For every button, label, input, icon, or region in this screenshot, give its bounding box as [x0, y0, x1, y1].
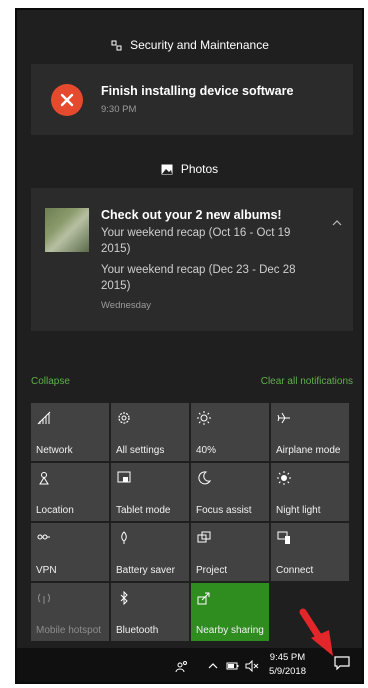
- tile-label: Nearby sharing: [196, 625, 264, 636]
- connect-icon: [277, 531, 291, 545]
- airplane-icon: [277, 411, 291, 425]
- notification-line: Your weekend recap (Oct 16 - Oct 19 2015…: [101, 227, 291, 255]
- notification-title: Check out your 2 new albums!: [101, 208, 282, 222]
- battery-icon[interactable]: [226, 659, 240, 671]
- group-title: Security and Maintenance: [130, 38, 269, 52]
- chevron-up-icon[interactable]: [207, 659, 221, 671]
- collapse-link[interactable]: Collapse: [31, 376, 70, 387]
- tile-location[interactable]: Location: [31, 463, 109, 521]
- tile-label: Location: [36, 505, 74, 516]
- tile-bluetooth[interactable]: Bluetooth: [111, 583, 189, 641]
- error-icon: [51, 84, 83, 116]
- tile-focus-assist[interactable]: Focus assist: [191, 463, 269, 521]
- quick-actions-grid: Network All settings 40% Airplane mode L…: [31, 403, 353, 641]
- gear-icon: [117, 411, 131, 425]
- tile-battery-saver[interactable]: Battery saver: [111, 523, 189, 581]
- tile-project[interactable]: Project: [191, 523, 269, 581]
- clear-all-notifications-link[interactable]: Clear all notifications: [261, 376, 353, 387]
- tile-label: Battery saver: [116, 565, 175, 576]
- bluetooth-icon: [117, 590, 131, 606]
- tile-nearby-sharing[interactable]: Nearby sharing: [191, 583, 269, 641]
- tile-all-settings[interactable]: All settings: [111, 403, 189, 461]
- group-header-photos: Photos: [17, 162, 362, 176]
- tile-label: All settings: [116, 445, 165, 456]
- tablet-icon: [117, 471, 131, 485]
- tile-connect[interactable]: Connect: [271, 523, 349, 581]
- photos-icon: [161, 163, 173, 175]
- network-icon: [37, 411, 51, 425]
- action-center-panel: Security and Maintenance Finish installi…: [15, 8, 364, 684]
- clock-date: 5/9/2018: [269, 666, 306, 677]
- tile-brightness[interactable]: 40%: [191, 403, 269, 461]
- hotspot-icon: [37, 591, 51, 605]
- battery-saver-icon: [117, 531, 131, 545]
- tile-label: Network: [36, 445, 73, 456]
- project-icon: [197, 531, 211, 545]
- tile-mobile-hotspot[interactable]: Mobile hotspot: [31, 583, 109, 641]
- group-title: Photos: [180, 162, 219, 176]
- notification-time: Wednesday: [101, 300, 151, 311]
- notification-card-photos[interactable]: Check out your 2 new albums! Your weeken…: [31, 188, 353, 331]
- notification-card-security[interactable]: Finish installing device software 9:30 P…: [31, 64, 353, 135]
- tile-label: Bluetooth: [116, 625, 159, 636]
- location-icon: [37, 471, 51, 485]
- notification-title: Finish installing device software: [101, 84, 294, 98]
- group-header-security: Security and Maintenance: [17, 38, 362, 52]
- chevron-up-icon[interactable]: [331, 216, 343, 228]
- tile-label: VPN: [36, 565, 57, 576]
- notification-time: 9:30 PM: [101, 104, 137, 115]
- volume-muted-icon[interactable]: [245, 659, 259, 673]
- people-icon[interactable]: [175, 659, 189, 673]
- notification-line: Your weekend recap (Dec 23 - Dec 28 2015…: [101, 264, 296, 292]
- tile-label: Airplane mode: [276, 445, 341, 456]
- tile-label: Night light: [276, 505, 321, 516]
- moon-icon: [197, 471, 212, 485]
- tile-network[interactable]: Network: [31, 403, 109, 461]
- brightness-icon: [197, 411, 211, 425]
- quick-actions-header: Collapse Clear all notifications: [31, 376, 353, 390]
- tile-vpn[interactable]: VPN: [31, 523, 109, 581]
- security-maintenance-icon: [110, 39, 122, 51]
- tile-tablet-mode[interactable]: Tablet mode: [111, 463, 189, 521]
- sun-icon: [277, 471, 291, 485]
- tile-label: Focus assist: [196, 505, 252, 516]
- red-arrow-annotation: [299, 608, 333, 656]
- tile-night-light[interactable]: Night light: [271, 463, 349, 521]
- tile-airplane-mode[interactable]: Airplane mode: [271, 403, 349, 461]
- album-thumbnail: [45, 208, 89, 252]
- tile-label: 40%: [196, 445, 217, 456]
- tile-label: Tablet mode: [116, 505, 171, 516]
- tile-label: Project: [196, 565, 228, 576]
- share-icon: [197, 591, 211, 605]
- vpn-icon: [37, 531, 51, 545]
- tile-label: Mobile hotspot: [36, 625, 102, 636]
- tile-label: Connect: [276, 565, 314, 576]
